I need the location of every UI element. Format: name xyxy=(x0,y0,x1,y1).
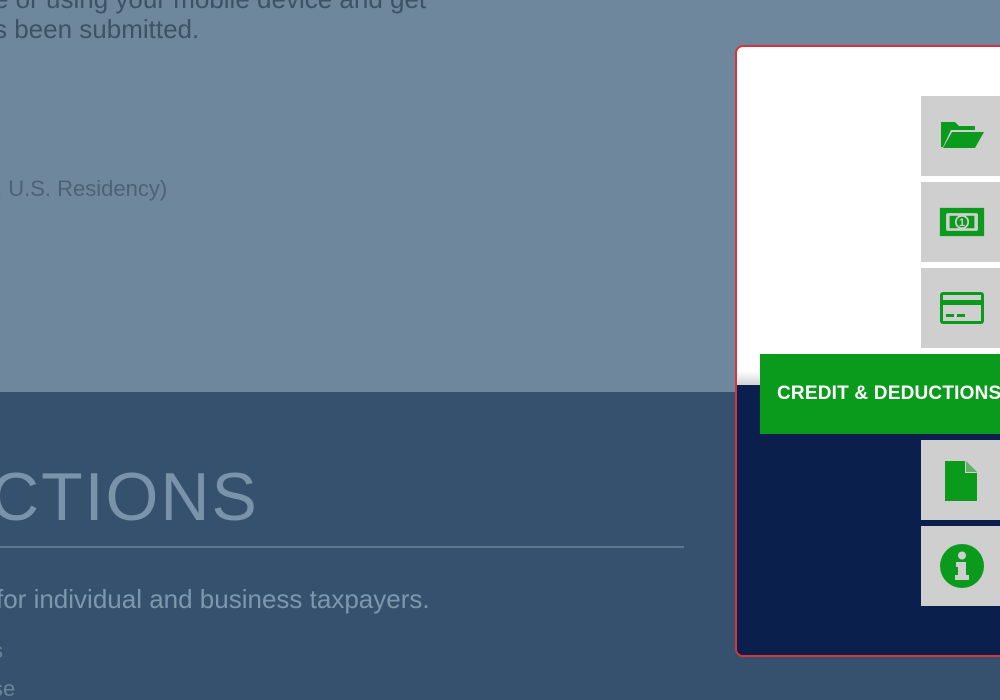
tab-credit-and-deductions[interactable]: CREDIT & DEDUCTIONS xyxy=(760,354,1000,434)
section-heading: CTIONS xyxy=(0,459,259,535)
credit-card-icon xyxy=(940,292,984,324)
nav-tile-folder[interactable] xyxy=(921,96,1000,176)
svg-text:1: 1 xyxy=(959,217,965,229)
tab-credit-and-deductions-label: CREDIT & DEDUCTIONS xyxy=(777,383,1000,404)
nav-tile-card[interactable] xyxy=(921,268,1000,348)
list-item[interactable]: s xyxy=(0,638,3,664)
list-item[interactable]: se xyxy=(0,676,15,700)
residency-note: , U.S. Residency) xyxy=(0,176,168,201)
money-bill-icon: 1 xyxy=(939,207,985,237)
info-circle-icon xyxy=(940,544,984,588)
nav-tile-info[interactable] xyxy=(921,526,1000,606)
intro-text-line-1: e or using your mobile device and get xyxy=(0,0,426,15)
section-subtitle: for individual and business taxpayers. xyxy=(0,584,430,614)
heading-divider xyxy=(0,546,684,548)
folder-open-icon xyxy=(941,122,984,148)
nav-tile-money[interactable]: 1 xyxy=(921,182,1000,262)
document-icon xyxy=(945,461,977,501)
page: e or using your mobile device and get s … xyxy=(0,0,1000,700)
nav-tile-document[interactable] xyxy=(921,440,1000,520)
intro-text-line-2: s been submitted. xyxy=(0,14,200,44)
